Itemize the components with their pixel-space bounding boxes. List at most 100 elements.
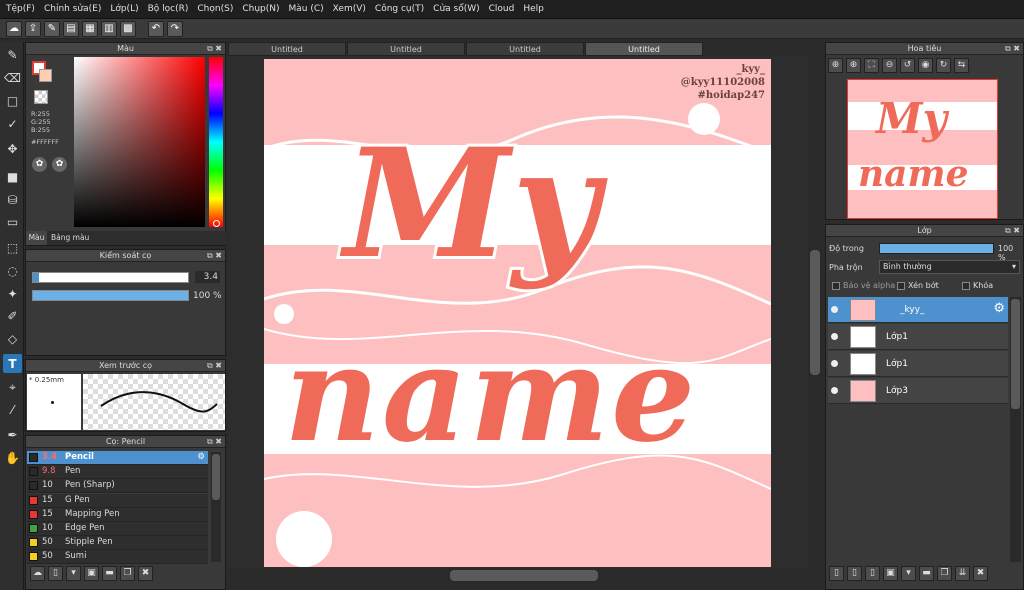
visibility-eye-icon[interactable] <box>831 387 838 394</box>
brush-size-slider[interactable] <box>32 272 189 283</box>
brush-item[interactable]: 50 Sumi <box>27 550 208 565</box>
new-brush-icon[interactable]: ▯ <box>48 566 63 581</box>
layer-menu-icon[interactable]: ▾ <box>901 566 916 581</box>
menu-layer[interactable]: Lớp(L) <box>110 4 138 14</box>
menu-color[interactable]: Màu (C) <box>289 4 324 14</box>
menu-tools[interactable]: Công cụ(T) <box>375 4 424 14</box>
pipette-icon[interactable]: ✒ <box>3 425 22 444</box>
background-color-swatch[interactable] <box>39 69 52 82</box>
brush-tool-icon[interactable]: ✎ <box>3 45 22 64</box>
tab-untitled-4[interactable]: Untitled <box>585 42 703 56</box>
brush-item[interactable]: 10 Edge Pen <box>27 522 208 536</box>
tab-untitled-3[interactable]: Untitled <box>466 42 584 56</box>
menu-edit[interactable]: Chỉnh sửa(E) <box>44 4 101 14</box>
gradient-tool-icon[interactable]: ▭ <box>3 212 22 231</box>
protect-alpha-checkbox[interactable]: Bảo vệ alpha <box>832 281 895 290</box>
flip-icon[interactable]: ⇆ <box>954 58 969 73</box>
lasso-tool-icon[interactable]: ◌ <box>3 261 22 280</box>
text-tool-icon[interactable]: T <box>3 354 22 373</box>
eraser-tool-icon[interactable]: ⌫ <box>3 68 22 87</box>
visibility-eye-icon[interactable] <box>831 333 838 340</box>
menu-view[interactable]: Xem(V) <box>333 4 366 14</box>
fit-icon[interactable]: ⛶ <box>864 58 879 73</box>
layers-scrollbar[interactable] <box>1010 297 1021 562</box>
import-layer-icon[interactable]: ▣ <box>883 566 898 581</box>
layer-opacity-slider[interactable] <box>879 243 994 254</box>
zoom-in-icon[interactable]: ⊕ <box>828 58 843 73</box>
zoom-out-icon[interactable]: ⊖ <box>882 58 897 73</box>
visibility-eye-icon[interactable] <box>831 306 838 313</box>
chat-icon[interactable]: ▤ <box>63 20 79 37</box>
panel-close-icon[interactable]: ⧉ ✖ <box>207 360 222 372</box>
brush-item[interactable]: 50 Stipple Pen <box>27 536 208 551</box>
transparent-color-swatch[interactable] <box>34 90 48 104</box>
tab-untitled-1[interactable]: Untitled <box>228 42 346 56</box>
select-eraser-icon[interactable]: ◇ <box>3 329 22 348</box>
select-pen-icon[interactable]: ✐ <box>3 306 22 325</box>
brush-size-value[interactable]: 3.4 <box>195 271 220 283</box>
new-layer-3-icon[interactable]: ▯ <box>865 566 880 581</box>
lock-checkbox[interactable]: Khóa <box>962 281 993 290</box>
brush-item[interactable]: 9.8 Pen <box>27 465 208 480</box>
duplicate-layer-icon[interactable]: ❐ <box>937 566 952 581</box>
move-tool-icon[interactable]: ✥ <box>3 139 22 158</box>
hue-marker[interactable] <box>213 220 220 227</box>
panel-close-icon[interactable]: ⧉ ✖ <box>207 436 222 448</box>
tab-untitled-2[interactable]: Untitled <box>347 42 465 56</box>
new-layer-icon[interactable]: ▯ <box>829 566 844 581</box>
blend-mode-select[interactable]: Bình thường ▾ <box>879 260 1020 274</box>
layer-row-lop1-b[interactable]: Lớp1 <box>828 351 1008 377</box>
bucket-tool-icon[interactable]: ⛁ <box>3 190 22 209</box>
new-layer-2-icon[interactable]: ▯ <box>847 566 862 581</box>
brush-item[interactable]: 10 Pen (Sharp) <box>27 479 208 494</box>
menu-help[interactable]: Help <box>523 4 544 14</box>
hue-slider[interactable] <box>209 57 223 227</box>
menu-select[interactable]: Chọn(S) <box>197 4 233 14</box>
layer-row-lop1-a[interactable]: Lớp1 <box>828 324 1008 350</box>
reset-icon[interactable]: ◉ <box>918 58 933 73</box>
artwork-canvas[interactable]: My name _kyy_ @kyy11102008 #hoidap247 <box>264 59 771 567</box>
grid-icon[interactable]: ▩ <box>120 20 136 37</box>
fill-rect-icon[interactable]: ■ <box>3 167 22 186</box>
tab-palette[interactable]: Bảng màu <box>47 231 93 245</box>
layer-row-lop3[interactable]: Lớp3 <box>828 378 1008 404</box>
horizontal-scroll-thumb[interactable] <box>450 570 598 581</box>
share-icon[interactable]: ⇪ <box>25 20 41 37</box>
cloud-brush-icon[interactable]: ☁ <box>30 566 45 581</box>
redo-icon[interactable]: ↷ <box>167 20 183 37</box>
menu-window[interactable]: Cửa sổ(W) <box>433 4 479 14</box>
operation-tool-icon[interactable]: ⌖ <box>3 377 22 396</box>
color-wheel-icon[interactable]: ✿ <box>52 157 67 172</box>
brush-settings-gear-icon[interactable]: ⚙ <box>197 451 205 464</box>
clipping-checkbox[interactable]: Xén bớt <box>897 281 939 290</box>
eyedropper-icon[interactable]: ⁄ <box>3 400 22 419</box>
tab-color[interactable]: Màu <box>26 231 47 245</box>
menu-capture[interactable]: Chụp(N) <box>242 4 279 14</box>
merge-layer-icon[interactable]: ⇊ <box>955 566 970 581</box>
navigator-thumbnail[interactable]: My name <box>847 79 998 219</box>
palette-icon[interactable]: ✿ <box>32 157 47 172</box>
saturation-value-picker[interactable] <box>74 57 205 227</box>
rotate-right-icon[interactable]: ↻ <box>936 58 951 73</box>
line-tool-icon[interactable]: ✓ <box>3 114 22 133</box>
vertical-scroll-thumb[interactable] <box>810 250 820 375</box>
notes-icon[interactable]: ▥ <box>101 20 117 37</box>
cloud-icon[interactable]: ☁ <box>6 20 22 37</box>
magic-wand-icon[interactable]: ✦ <box>3 284 22 303</box>
delete-layer-icon[interactable]: ✖ <box>973 566 988 581</box>
layer-settings-gear-icon[interactable]: ⚙ <box>993 302 1005 315</box>
panel-close-icon[interactable]: ⧉ ✖ <box>1005 225 1020 237</box>
brush-list-scrollbar[interactable] <box>211 452 221 562</box>
brush-item[interactable]: 3.4 Pencil ⚙ <box>27 451 208 465</box>
brush-menu-icon[interactable]: ▾ <box>66 566 81 581</box>
panel-close-icon[interactable]: ⧉ ✖ <box>207 250 222 262</box>
folder-icon[interactable]: ▬ <box>102 566 117 581</box>
menu-cloud[interactable]: Cloud <box>489 4 515 14</box>
delete-brush-icon[interactable]: ✖ <box>138 566 153 581</box>
rectangle-tool-icon[interactable]: □ <box>3 91 22 110</box>
select-rect-icon[interactable]: ⬚ <box>3 238 22 257</box>
copy-brush-icon[interactable]: ▣ <box>84 566 99 581</box>
brush-item[interactable]: 15 Mapping Pen <box>27 507 208 522</box>
panel-close-icon[interactable]: ⧉ ✖ <box>1005 43 1020 55</box>
menu-file[interactable]: Tệp(F) <box>6 4 35 14</box>
